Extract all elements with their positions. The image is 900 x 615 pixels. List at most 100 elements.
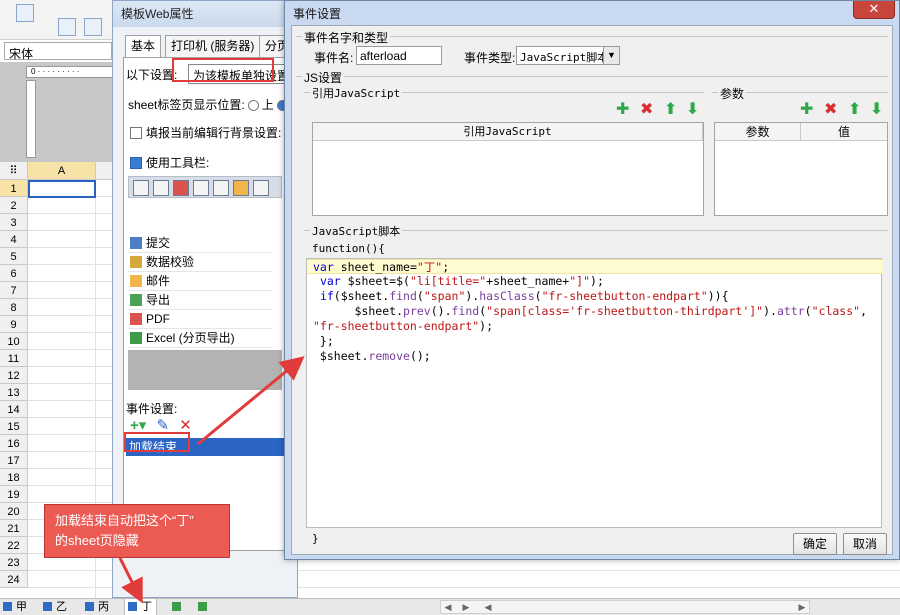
column-header-a[interactable]: A [28, 162, 96, 180]
scroll-left-icon[interactable]: ◀ [441, 601, 455, 613]
row-header[interactable]: 2 [0, 197, 28, 214]
row-header[interactable]: 7 [0, 282, 28, 299]
sheet-tab-yi[interactable]: 乙 [40, 599, 71, 615]
close-icon[interactable]: ✕ [853, 1, 895, 19]
cancel-button[interactable]: 取消 [843, 533, 887, 555]
add-ref-js-icon[interactable]: ✚ [616, 102, 629, 118]
scroll-right-icon[interactable]: ▶ [795, 601, 809, 613]
add-report-sheet-icon[interactable] [194, 599, 216, 615]
move-down-icon[interactable]: ⬇ [686, 102, 699, 118]
scroll-left-icon[interactable]: ◀ [481, 601, 495, 613]
event-type-select[interactable]: JavaScript脚本 ▼ [516, 46, 620, 65]
row-header[interactable]: 10 [0, 333, 28, 350]
row-header[interactable]: 4 [0, 231, 28, 248]
horizontal-ruler: 0 · · · · · · · · · [26, 66, 120, 78]
row-header[interactable]: 9 [0, 316, 28, 333]
ok-button[interactable]: 确定 [793, 533, 837, 555]
row-header[interactable]: 24 [0, 571, 28, 588]
email-icon [130, 275, 142, 287]
ref-js-column-header: 引用JavaScript [313, 123, 703, 141]
sheet-tab-label: 甲 [16, 601, 27, 613]
row-header[interactable]: 1 [0, 180, 28, 197]
code-line-7: $sheet.remove(); [313, 349, 431, 363]
toolbar-item-label: PDF [146, 312, 170, 326]
row-header[interactable]: 21 [0, 520, 28, 537]
tab-content: 以下设置: 为该模板单独设置 sheet标签页显示位置: 上 填报当前编辑行背景设… [123, 57, 299, 551]
print-icon[interactable] [193, 180, 209, 196]
row-header[interactable]: 18 [0, 469, 28, 486]
email-icon[interactable] [233, 180, 249, 196]
ref-js-table[interactable]: 引用JavaScript [312, 122, 704, 216]
cell-format-icon[interactable] [84, 18, 102, 36]
radio-top-label: 上 [261, 98, 274, 112]
row-header[interactable]: 20 [0, 503, 28, 520]
row-header[interactable]: 15 [0, 418, 28, 435]
radio-top[interactable] [247, 100, 259, 111]
save-icon[interactable] [133, 180, 149, 196]
delete-ref-js-icon[interactable]: ✖ [640, 102, 653, 118]
row-header[interactable]: 19 [0, 486, 28, 503]
event-name-input[interactable]: afterload [356, 46, 442, 65]
use-toolbar-label: 使用工具栏: [146, 156, 210, 170]
selected-cell-a1[interactable] [28, 180, 96, 198]
select-all-corner[interactable]: ⠿ [0, 162, 28, 180]
row-header[interactable]: 8 [0, 299, 28, 316]
row-header[interactable]: 14 [0, 401, 28, 418]
pdf-icon[interactable] [173, 180, 189, 196]
row-header[interactable]: 5 [0, 248, 28, 265]
move-down-icon[interactable]: ⬇ [870, 102, 883, 118]
row-header[interactable]: 17 [0, 452, 28, 469]
code-line-1: var sheet_name="丁"; [307, 259, 883, 274]
insert-table-icon[interactable] [58, 18, 76, 36]
export-icon[interactable] [213, 180, 229, 196]
sheet-tab-ding[interactable]: 丁 [124, 599, 157, 615]
move-up-icon[interactable]: ⬆ [664, 102, 677, 118]
edit-icon[interactable] [153, 180, 169, 196]
move-up-icon[interactable]: ⬆ [848, 102, 861, 118]
tab-printer-server[interactable]: 打印机 (服务器) [165, 35, 261, 57]
sheet-tab-position-label: sheet标签页显示位置: [128, 98, 245, 112]
highlight-scope-select [172, 58, 274, 82]
script-open: function(){ [312, 242, 385, 255]
toolbar-item-validate[interactable]: 数据校验 [128, 253, 272, 272]
row-header[interactable]: 23 [0, 554, 28, 571]
add-param-icon[interactable]: ✚ [800, 102, 813, 118]
event-settings-label: 事件设置: [126, 402, 178, 416]
row-header[interactable]: 13 [0, 384, 28, 401]
add-sheet-icon[interactable] [168, 599, 190, 615]
toolbar-item-excel[interactable]: Excel (分页导出) [128, 329, 272, 348]
toolbar-item-export[interactable]: 导出 [128, 291, 272, 310]
params-table[interactable]: 参数 值 [714, 122, 888, 216]
section-title: 参数 [718, 85, 747, 102]
toolbar-item-email[interactable]: 邮件 [128, 272, 272, 291]
dialog-title: 事件设置 [293, 7, 342, 21]
hierarchy-icon[interactable] [253, 180, 269, 196]
section-title: JavaScript脚本 [310, 223, 403, 239]
export-icon [130, 294, 142, 306]
chevron-down-icon[interactable]: ▼ [603, 47, 619, 64]
sheet-tab-jia[interactable]: 甲 [0, 599, 31, 615]
toolbar-item-submit[interactable]: 提交 [128, 234, 272, 253]
toolbar-item-pdf[interactable]: PDF [128, 310, 272, 329]
use-toolbar-checkbox[interactable] [130, 157, 142, 169]
sheet-icon [43, 602, 52, 611]
row-header[interactable]: 11 [0, 350, 28, 367]
row-header[interactable]: 22 [0, 537, 28, 554]
row-header[interactable]: 3 [0, 214, 28, 231]
params-column-param: 参数 [715, 123, 801, 141]
row-header[interactable]: 12 [0, 367, 28, 384]
horizontal-scrollbar[interactable]: ◀ ▶ ◀ ▶ [440, 600, 810, 614]
fill-bg-checkbox[interactable] [130, 127, 142, 139]
scroll-right-icon[interactable]: ▶ [459, 601, 473, 613]
toolbar-items-list: 提交 数据校验 邮件 导出 PDF Excel (分页导出) [128, 234, 282, 348]
script-editor[interactable]: var sheet_name="丁"; var $sheet=$("li[tit… [306, 258, 883, 528]
font-name-field[interactable]: 宋体 [4, 42, 112, 61]
sheet-tab-bing[interactable]: 丙 [82, 599, 113, 615]
search-icon[interactable] [16, 4, 34, 22]
delete-param-icon[interactable]: ✖ [824, 102, 837, 118]
row-header[interactable]: 6 [0, 265, 28, 282]
tab-basic[interactable]: 基本 [125, 35, 162, 58]
toolbar-item-label: 邮件 [146, 274, 171, 288]
row-header[interactable]: 16 [0, 435, 28, 452]
script-close: } [312, 532, 319, 545]
